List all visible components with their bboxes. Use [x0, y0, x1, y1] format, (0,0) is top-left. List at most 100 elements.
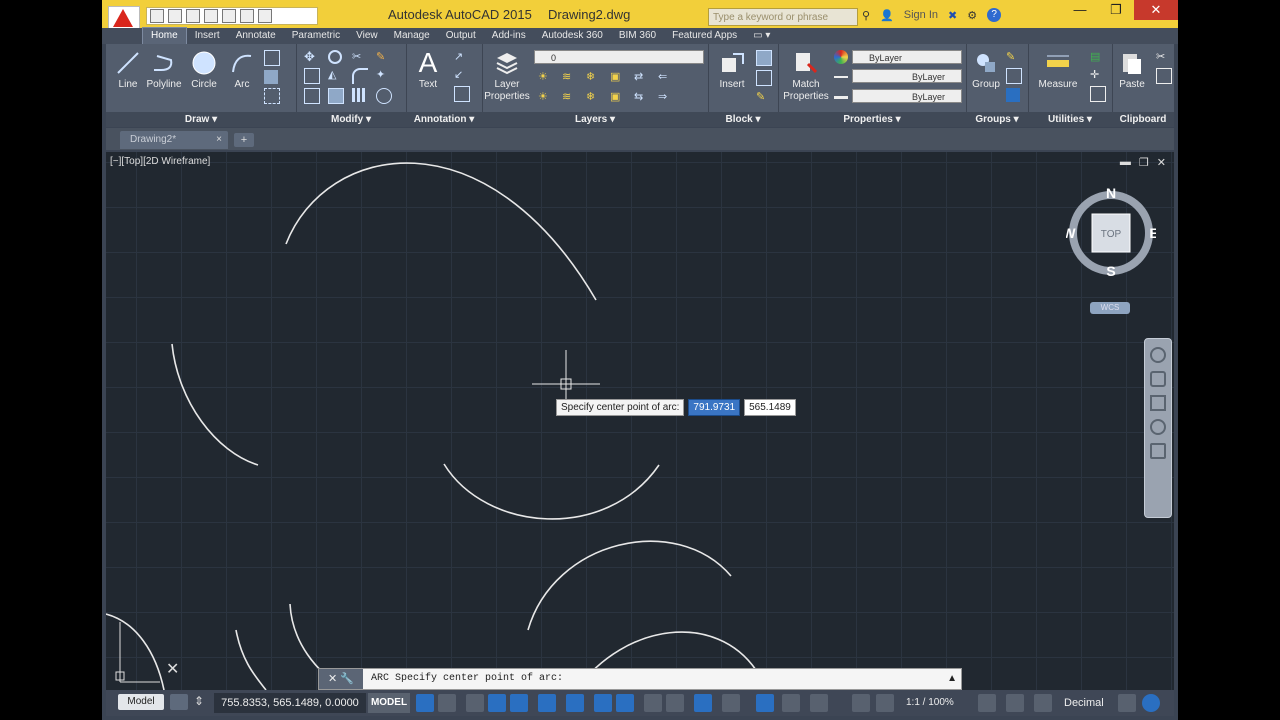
draw-panel-title[interactable]: Draw ▾ — [106, 112, 296, 127]
viewcube[interactable]: TOP N S E W — [1066, 186, 1156, 276]
layer-merge-icon[interactable]: ⇒ — [658, 90, 672, 104]
rotate-icon[interactable] — [328, 50, 342, 64]
circle-button[interactable]: Circle — [184, 50, 224, 91]
polyline-button[interactable]: Polyline — [144, 50, 184, 91]
lineweight-toggle-icon[interactable] — [644, 694, 662, 712]
mirror-icon[interactable]: ◭ — [328, 68, 342, 82]
tab-featured-apps[interactable]: Featured Apps — [664, 28, 745, 44]
tab-parametric[interactable]: Parametric — [284, 28, 348, 44]
showmotion-icon[interactable] — [1150, 443, 1166, 459]
tab-annotate[interactable]: Annotate — [228, 28, 284, 44]
tab-manage[interactable]: Manage — [386, 28, 438, 44]
edit-block-icon[interactable] — [756, 70, 772, 86]
help-icon[interactable]: ? — [987, 8, 1002, 22]
infer-constraints-icon[interactable] — [466, 694, 484, 712]
leader-icon[interactable]: ↙ — [454, 68, 468, 82]
coordinate-readout[interactable]: 755.8353, 565.1489, 0.0000 — [214, 693, 366, 713]
stretch-icon[interactable] — [304, 88, 320, 104]
3d-osnap-icon[interactable] — [722, 694, 740, 712]
orbit-icon[interactable] — [1150, 419, 1166, 435]
layer-freeze-icon[interactable]: ❄ — [586, 70, 600, 84]
file-tab-drawing2[interactable]: Drawing2* × — [120, 131, 228, 149]
block-panel-title[interactable]: Block ▾ — [708, 112, 778, 127]
close-button[interactable]: ✕ — [1134, 0, 1178, 20]
paste-button[interactable]: Paste — [1112, 50, 1152, 91]
layers-panel-title[interactable]: Layers ▾ — [482, 112, 708, 127]
clipboard-panel-title[interactable]: Clipboard — [1112, 112, 1174, 127]
match-properties-button[interactable]: Match Properties — [782, 50, 830, 103]
layer-dropdown[interactable]: 0 — [534, 50, 704, 64]
layer-unisolate-icon[interactable]: ≋ — [562, 90, 576, 104]
more-layouts-icon[interactable]: ⇕ — [194, 694, 204, 708]
gizmo-icon[interactable] — [810, 694, 828, 712]
dimension-icon[interactable]: ↗ — [454, 50, 468, 64]
snap-toggle-icon[interactable] — [438, 694, 456, 712]
quick-select-icon[interactable]: ▤ — [1090, 50, 1104, 64]
copy-icon[interactable] — [304, 68, 320, 84]
tab-bim-360[interactable]: BIM 360 — [611, 28, 664, 44]
color-dropdown[interactable]: ByLayer — [852, 50, 962, 64]
maximize-button[interactable]: ❐ — [1098, 0, 1134, 20]
wcs-menu[interactable]: WCS — [1090, 302, 1130, 314]
utilities-panel-title[interactable]: Utilities ▾ — [1028, 112, 1112, 127]
group-edit-icon[interactable] — [1006, 68, 1022, 84]
layer-match-icon[interactable]: ⇄ — [634, 70, 648, 84]
layer-on-icon[interactable]: ☀ — [538, 90, 552, 104]
group-select-icon[interactable] — [1006, 88, 1020, 102]
object-snap-icon[interactable] — [616, 694, 634, 712]
layer-unlock-icon[interactable]: ▣ — [610, 90, 624, 104]
user-icon[interactable]: 👤 — [880, 9, 894, 22]
selection-cycling-icon[interactable] — [694, 694, 712, 712]
table-icon[interactable] — [454, 86, 470, 102]
zoom-extents-icon[interactable] — [1150, 395, 1166, 411]
text-button[interactable]: A Text — [408, 49, 448, 91]
tab-output[interactable]: Output — [438, 28, 484, 44]
fillet-icon[interactable] — [352, 68, 368, 84]
tab-view[interactable]: View — [348, 28, 386, 44]
measure-button[interactable]: Measure — [1036, 50, 1080, 91]
line-button[interactable]: Line — [108, 50, 148, 91]
properties-panel-title[interactable]: Properties ▾ — [778, 112, 966, 127]
isolate-objects-icon[interactable] — [1118, 694, 1136, 712]
hatch-icon[interactable] — [264, 70, 278, 84]
dynamic-input-y[interactable]: 565.1489 — [744, 399, 796, 416]
auto-scale-icon[interactable] — [876, 694, 894, 712]
command-line-controls[interactable]: ✕ 🔧 — [319, 669, 363, 689]
annotation-visibility-icon[interactable] — [852, 694, 870, 712]
modify-panel-title[interactable]: Modify ▾ — [296, 112, 406, 127]
attribute-icon[interactable]: ✎ — [756, 90, 770, 104]
offset-icon[interactable] — [376, 88, 392, 104]
plot-icon[interactable] — [222, 9, 236, 23]
copy-clip-icon[interactable] — [1156, 68, 1172, 84]
tab-autodesk-360[interactable]: Autodesk 360 — [534, 28, 611, 44]
annotation-monitor-icon[interactable] — [1006, 694, 1024, 712]
polar-tracking-icon[interactable] — [538, 694, 556, 712]
linetype-dropdown[interactable]: ByLayer — [852, 69, 962, 83]
save-as-icon[interactable] — [204, 9, 218, 23]
undo-icon[interactable] — [240, 9, 254, 23]
layout-tab[interactable] — [170, 694, 188, 710]
rectangle-icon[interactable] — [264, 50, 280, 66]
layer-isolate-icon[interactable]: ≋ — [562, 70, 576, 84]
ortho-toggle-icon[interactable] — [510, 694, 528, 712]
model-layout-tab[interactable]: Model — [118, 694, 164, 710]
annotation-scale[interactable]: 1:1 / 100% — [906, 693, 954, 713]
calculator-icon[interactable] — [1090, 86, 1106, 102]
minimize-button[interactable]: — — [1062, 0, 1098, 20]
cut-icon[interactable]: ✂ — [1156, 50, 1170, 64]
tab-insert[interactable]: Insert — [187, 28, 228, 44]
object-snap-tracking-icon[interactable] — [594, 694, 612, 712]
erase-icon[interactable]: ✎ — [376, 50, 390, 64]
ungroup-icon[interactable]: ✎ — [1006, 50, 1020, 64]
search-input[interactable]: Type a keyword or phrase — [708, 8, 858, 26]
save-icon[interactable] — [186, 9, 200, 23]
tab-home[interactable]: Home — [142, 27, 187, 45]
transparency-icon[interactable] — [666, 694, 684, 712]
workspace-switching-icon[interactable] — [978, 694, 996, 712]
drawing-area[interactable]: [−][Top][2D Wireframe] ▬ ❐ ✕ ✕ TOP N S E… — [106, 152, 1174, 690]
dynamic-input-toggle-icon[interactable] — [488, 694, 506, 712]
new-icon[interactable] — [150, 9, 164, 23]
selection-filter-icon[interactable] — [782, 694, 800, 712]
isodraft-icon[interactable] — [566, 694, 584, 712]
hardware-acceleration-icon[interactable] — [1142, 694, 1160, 712]
